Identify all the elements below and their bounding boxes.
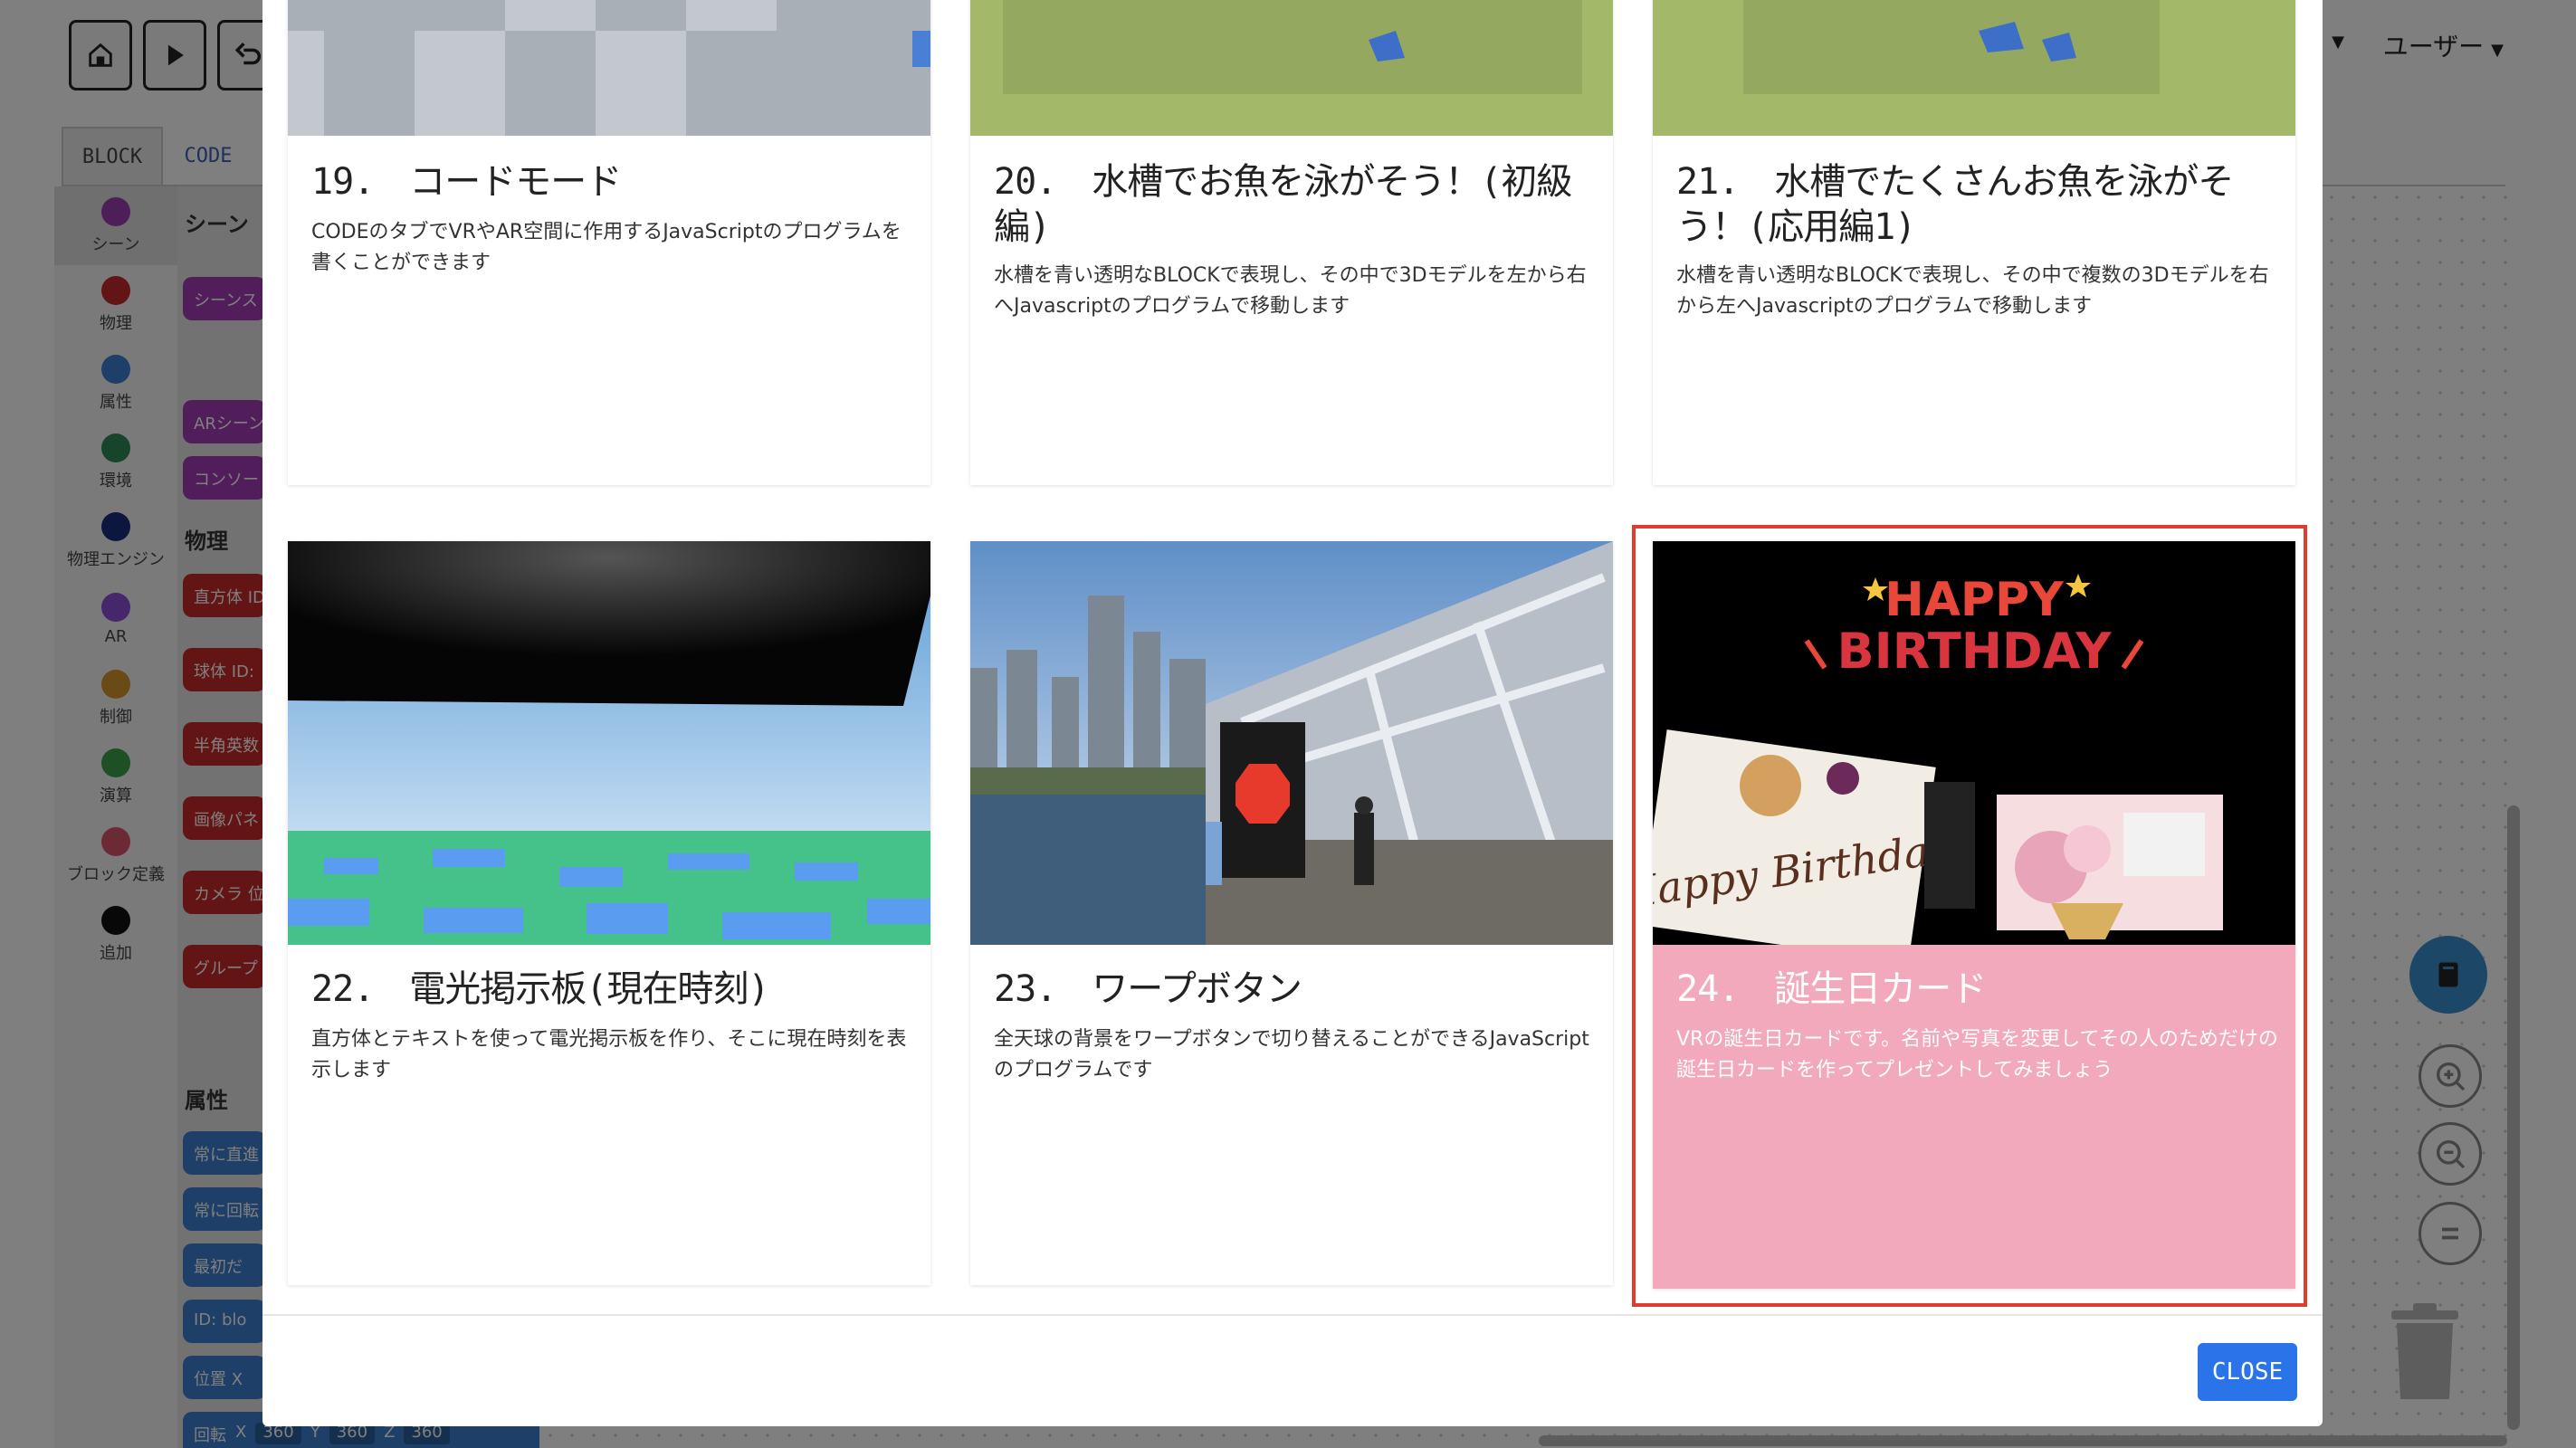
sample-card-20[interactable]: 20. 水槽でお魚を泳がそう！(初級編) 水槽を青い透明なBLOCKで表現し、そ…: [970, 0, 1613, 485]
sample-card-22[interactable]: 22. 電光掲示板(現在時刻) 直方体とテキストを使って電光掲示板を作り、そこに…: [288, 541, 930, 1285]
card-thumbnail: [1653, 0, 2295, 136]
card-thumbnail: [970, 541, 1613, 945]
sample-card-19[interactable]: 19. コードモード CODEのタブでVRやAR空間に作用するJavaScrip…: [288, 0, 930, 485]
selection-highlight: [1632, 525, 2307, 1307]
card-description: CODEのタブでVRやAR空間に作用するJavaScriptのプログラムを書くこ…: [311, 221, 902, 274]
modal-body[interactable]: 19. コードモード CODEのタブでVRやAR空間に作用するJavaScrip…: [262, 0, 2323, 1314]
card-title: 22. 電光掲示板(現在時刻): [311, 968, 769, 1010]
sample-card-23[interactable]: 23. ワープボタン 全天球の背景をワープボタンで切り替えることができるJava…: [970, 541, 1613, 1285]
card-title: 23. ワープボタン: [994, 968, 1302, 1010]
card-title: 19. コードモード: [311, 161, 622, 203]
modal-footer: CLOSE: [262, 1314, 2323, 1426]
card-description: 直方体とテキストを使って電光掲示板を作り、そこに現在時刻を表示します: [311, 1028, 907, 1081]
sample-gallery-modal: 19. コードモード CODEのタブでVRやAR空間に作用するJavaScrip…: [262, 0, 2323, 1426]
close-button[interactable]: CLOSE: [2198, 1343, 2297, 1401]
card-thumbnail: [970, 0, 1613, 136]
card-thumbnail: [288, 0, 930, 136]
card-description: 水槽を青い透明なBLOCKで表現し、その中で3Dモデルを左から右へJavascr…: [994, 264, 1587, 318]
card-title: 21. 水槽でたくさんお魚を泳がそう！(応用編1): [1676, 161, 2234, 248]
card-description: 水槽を青い透明なBLOCKで表現し、その中で複数の3Dモデルを右から左へJava…: [1676, 264, 2269, 318]
card-thumbnail: [288, 541, 930, 945]
sample-card-21[interactable]: 21. 水槽でたくさんお魚を泳がそう！(応用編1) 水槽を青い透明なBLOCKで…: [1653, 0, 2295, 485]
card-title: 20. 水槽でお魚を泳がそう！(初級編): [994, 161, 1572, 248]
card-description: 全天球の背景をワープボタンで切り替えることができるJavaScriptのプログラ…: [994, 1028, 1589, 1081]
